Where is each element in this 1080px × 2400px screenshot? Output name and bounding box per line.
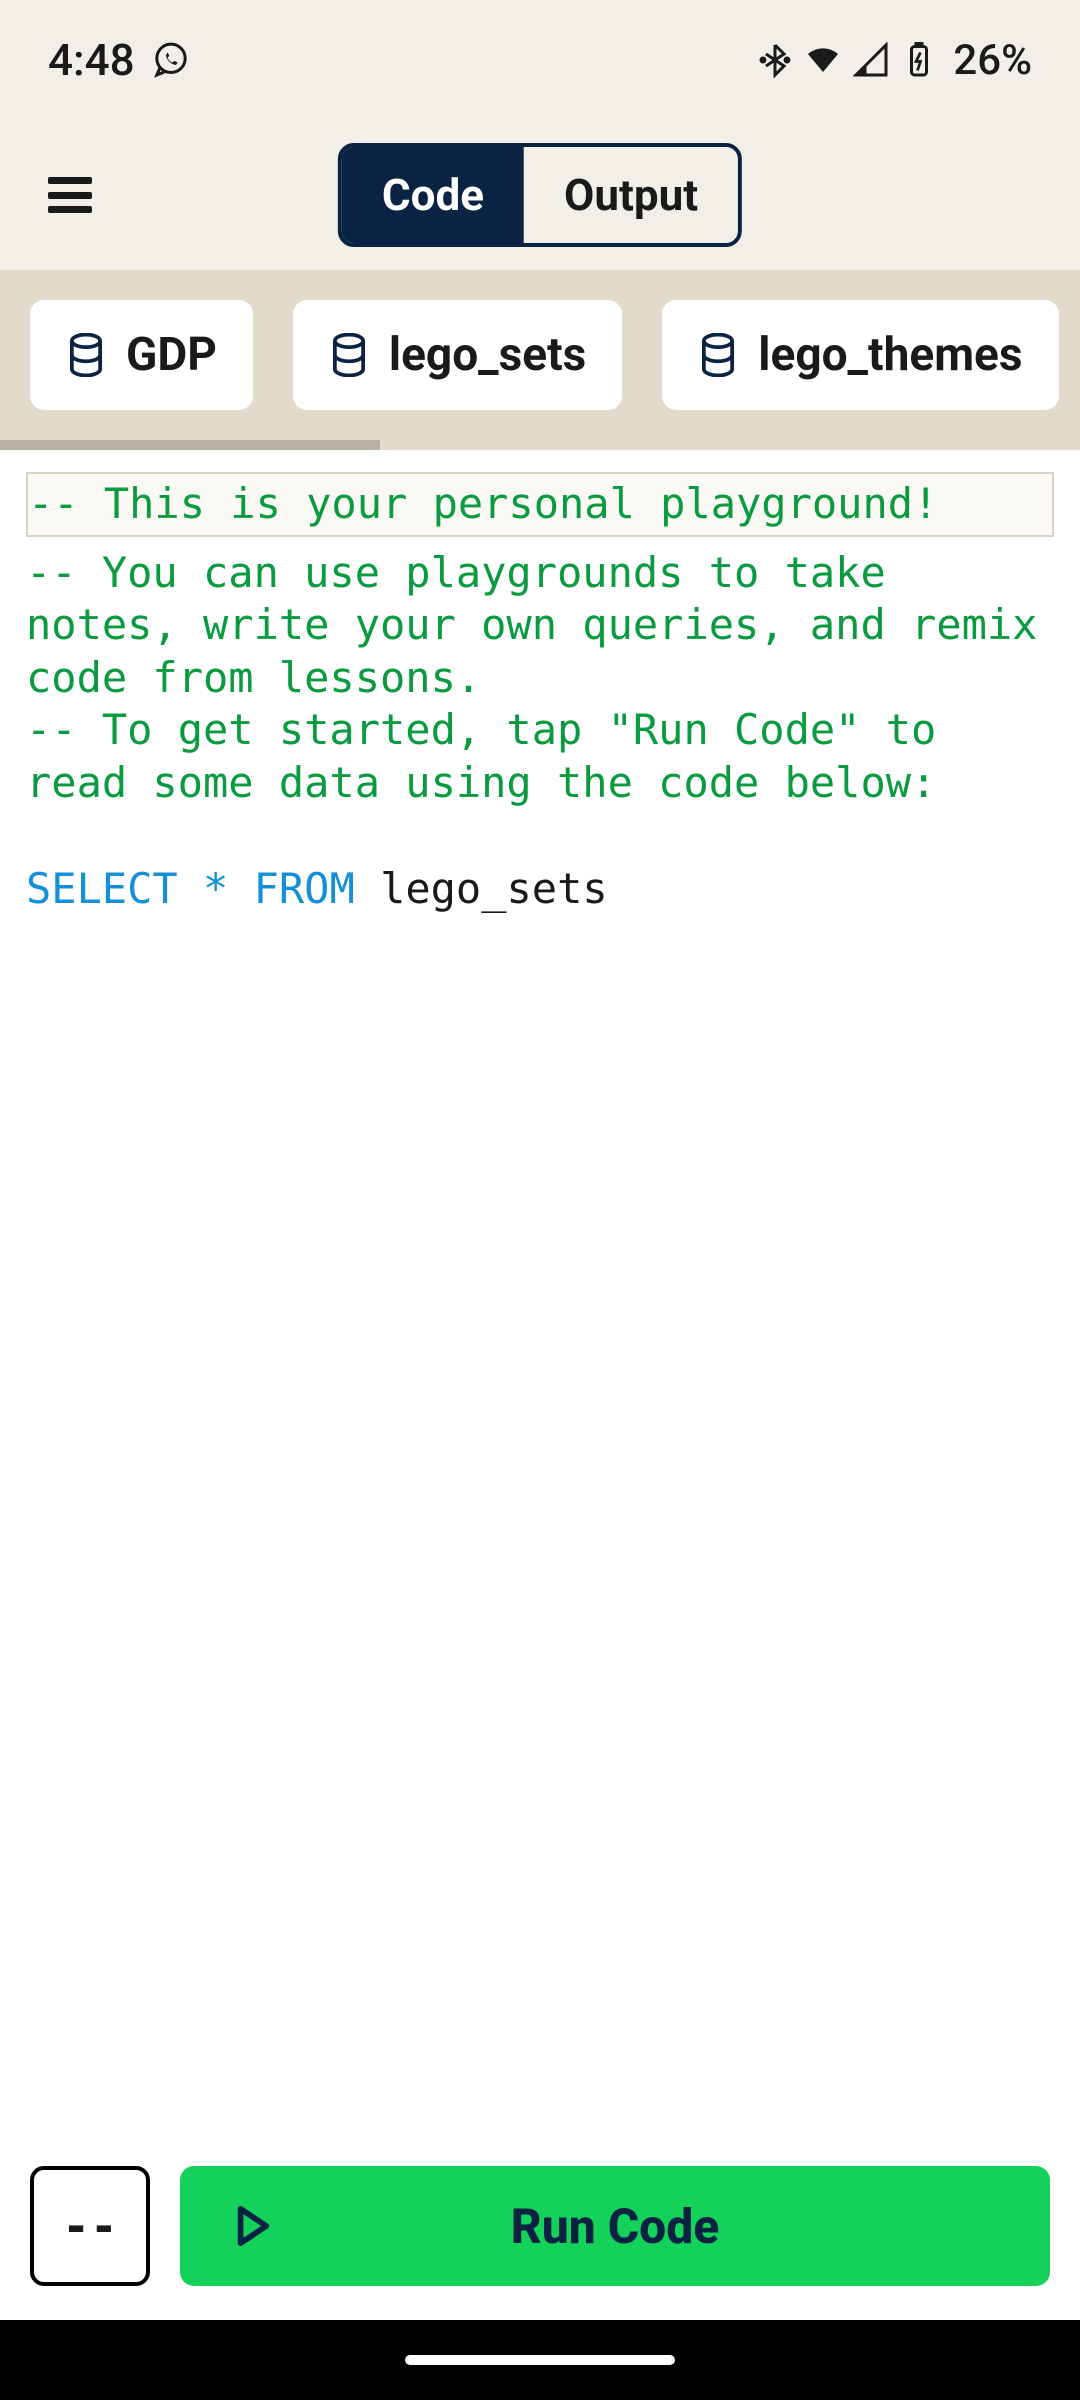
home-pill[interactable] xyxy=(405,2355,675,2365)
insert-comment-label: -- xyxy=(62,2199,117,2253)
status-right: 26% xyxy=(757,36,1032,85)
code-comment: -- To get started, tap "Run Code" to rea… xyxy=(26,705,936,807)
bottom-toolbar: -- Run Code xyxy=(0,2136,1080,2320)
table-chip-label: GDP xyxy=(126,328,217,382)
cellular-icon xyxy=(853,42,889,78)
code-comment: -- You can use playgrounds to take notes… xyxy=(26,548,1037,702)
table-chip-label: lego_sets xyxy=(389,328,586,382)
run-code-label: Run Code xyxy=(511,2198,720,2255)
battery-percent: 26% xyxy=(953,36,1032,85)
sql-identifier: lego_sets xyxy=(380,864,608,913)
code-comment: -- This is your personal playground! xyxy=(28,479,938,528)
hamburger-line xyxy=(48,192,92,199)
database-icon xyxy=(698,333,738,377)
table-chip-label: lego_themes xyxy=(758,328,1022,382)
table-chip-lego-sets[interactable]: lego_sets xyxy=(293,300,622,410)
database-icon xyxy=(66,333,106,377)
play-icon xyxy=(234,2206,270,2246)
code-query: SELECT * FROM lego_sets xyxy=(26,863,1054,916)
hamburger-line xyxy=(48,177,92,184)
battery-charging-icon xyxy=(901,42,937,78)
menu-button[interactable] xyxy=(48,177,92,213)
tab-code[interactable]: Code xyxy=(342,147,524,243)
sql-star: * xyxy=(203,864,228,913)
whatsapp-icon xyxy=(151,40,191,80)
hamburger-line xyxy=(48,206,92,213)
table-chip-gdp[interactable]: GDP xyxy=(30,300,253,410)
code-editor[interactable]: -- This is your personal playground! -- … xyxy=(0,450,1080,2136)
tables-bar-inner: GDP lego_sets lego_themes xyxy=(30,300,1059,410)
database-icon xyxy=(329,333,369,377)
tables-scroll-thumb[interactable] xyxy=(0,440,380,450)
code-output-toggle: Code Output xyxy=(338,143,742,247)
tables-scroll-indicator xyxy=(0,440,1080,450)
run-code-button[interactable]: Run Code xyxy=(180,2166,1050,2286)
status-left: 4:48 xyxy=(48,34,191,86)
editor-active-line: -- This is your personal playground! xyxy=(26,472,1054,537)
app-header: Code Output xyxy=(0,120,1080,270)
android-nav-bar xyxy=(0,2320,1080,2400)
tables-bar[interactable]: GDP lego_sets lego_themes xyxy=(0,270,1080,440)
status-time: 4:48 xyxy=(48,34,135,86)
sql-keyword: FROM xyxy=(254,864,355,913)
tab-output[interactable]: Output xyxy=(524,147,738,243)
bluetooth-icon xyxy=(757,42,793,78)
status-bar: 4:48 26% xyxy=(0,0,1080,120)
table-chip-lego-themes[interactable]: lego_themes xyxy=(662,300,1058,410)
insert-comment-button[interactable]: -- xyxy=(30,2166,150,2286)
wifi-icon xyxy=(805,42,841,78)
sql-keyword: SELECT xyxy=(26,864,178,913)
